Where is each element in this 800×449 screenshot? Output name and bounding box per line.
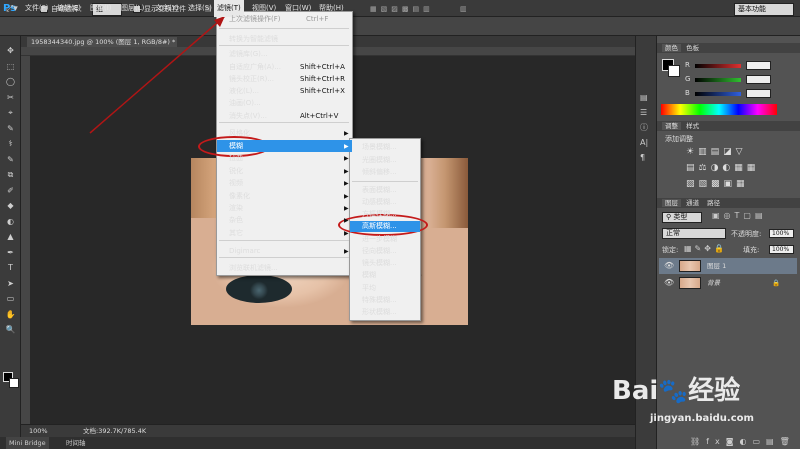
filter-menu-item-6[interactable]: 油画(O)... [229, 98, 261, 109]
tool-icon-18[interactable]: 🔍 [4, 324, 17, 335]
menu-4[interactable]: 文字(Y) [152, 0, 182, 17]
tool-icon-16[interactable]: ▭ [4, 293, 17, 304]
submenu-arrow-icon: ▶ [344, 248, 349, 255]
submenu-arrow-icon: ▶ [344, 230, 349, 237]
tool-icon-15[interactable]: ➤ [4, 278, 17, 289]
filter-menu-item-5[interactable]: 液化(L)... [229, 86, 259, 97]
filter-menu-shortcut-7: Alt+Ctrl+V [300, 112, 339, 120]
watermark-url: jingyan.baidu.com [650, 413, 754, 424]
menu-separator [219, 257, 349, 258]
filter-menu-item-4[interactable]: 镜头校正(R)... [229, 74, 274, 85]
tool-icon-12[interactable]: ▲ [4, 231, 17, 242]
menu-2[interactable]: 图像(I) [87, 0, 115, 17]
submenu-arrow-icon: ▶ [344, 155, 349, 162]
submenu-arrow-icon: ▶ [344, 217, 349, 224]
filter-menu-item-3[interactable]: 自适应广角(A)... [229, 62, 281, 73]
menu-3[interactable]: 图层(L) [118, 0, 147, 17]
submenu-arrow-icon: ▶ [344, 193, 349, 200]
filter-menu-item-2[interactable]: 滤镜库(G)... [229, 49, 268, 60]
filter-menu-item-11[interactable]: 锐化 [229, 166, 243, 177]
menu-separator [219, 28, 349, 29]
filter-menu-item-13[interactable]: 像素化 [229, 191, 250, 202]
tool-icon-8[interactable]: ⧉ [4, 169, 17, 180]
submenu-arrow-icon: ▶ [344, 130, 349, 137]
menu-separator [219, 45, 349, 46]
watermark-bai: Bai [612, 376, 659, 406]
blur-submenu-item-13[interactable]: 形状模糊... [362, 307, 397, 318]
filter-menu-item-1[interactable]: 转换为智能滤镜 [229, 34, 278, 45]
blur-submenu-item-2[interactable]: 倾斜偏移... [362, 167, 397, 178]
blur-submenu-item-10[interactable]: 模糊 [362, 270, 376, 281]
blur-submenu-item-0[interactable]: 场景模糊... [362, 142, 397, 153]
tool-icon-17[interactable]: ✋ [4, 309, 17, 320]
blur-submenu-item-3[interactable]: 表面模糊... [362, 185, 397, 196]
blur-submenu-item-8[interactable]: 径向模糊... [362, 246, 397, 257]
tool-icon-7[interactable]: ✎ [4, 154, 17, 165]
tool-icon-14[interactable]: T [4, 262, 17, 273]
paw-icon: 🐾 [658, 377, 689, 405]
tool-icon-10[interactable]: ◆ [4, 200, 17, 211]
filter-menu-item-18[interactable]: 浏览联机滤镜... [229, 263, 278, 274]
blur-submenu-item-4[interactable]: 动感模糊... [362, 197, 397, 208]
submenu-arrow-icon: ▶ [344, 205, 349, 212]
blur-submenu-item-11[interactable]: 平均 [362, 283, 376, 294]
menu-separator [219, 122, 349, 123]
menu-0[interactable]: 文件(F) [22, 0, 52, 17]
tool-icon-3[interactable]: ✂ [4, 92, 17, 103]
filter-menu-item-16[interactable]: 其它 [229, 228, 243, 239]
watermark-brand: Bai🐾经验 [612, 370, 740, 407]
blur-submenu-item-6[interactable]: 高斯模糊... [362, 221, 397, 232]
tool-icon-0[interactable]: ✥ [4, 45, 17, 56]
filter-menu-shortcut-0: Ctrl+F [306, 15, 329, 23]
filter-menu-item-8[interactable]: 风格化 [229, 128, 250, 139]
filter-menu-item-12[interactable]: 视频 [229, 178, 243, 189]
tool-icon-9[interactable]: ✐ [4, 185, 17, 196]
tool-icon-6[interactable]: ⚕ [4, 138, 17, 149]
blur-submenu-item-7[interactable]: 进一步模糊 [362, 234, 397, 245]
tool-icon-11[interactable]: ◐ [4, 216, 17, 227]
blur-submenu-item-1[interactable]: 光圈模糊... [362, 155, 397, 166]
tool-icon-13[interactable]: ✒ [4, 247, 17, 258]
annotation-arrow [89, 15, 226, 134]
tool-icon-5[interactable]: ✎ [4, 123, 17, 134]
filter-menu-item-17[interactable]: Digimarc [229, 246, 260, 257]
filter-menu-shortcut-3: Shift+Ctrl+A [300, 63, 345, 71]
filter-menu-item-7[interactable]: 消失点(V)... [229, 111, 267, 122]
tool-icon-2[interactable]: ◯ [4, 76, 17, 87]
filter-menu-shortcut-5: Shift+Ctrl+X [300, 87, 345, 95]
menu-1[interactable]: 编辑(E) [54, 0, 84, 17]
filter-menu-item-10[interactable]: 扭曲 [229, 153, 243, 164]
menu-separator [219, 240, 349, 241]
filter-menu-item-0[interactable]: 上次滤镜操作(F) [229, 14, 281, 25]
submenu-arrow-icon: ▶ [344, 180, 349, 187]
tool-icon-4[interactable]: ⌖ [4, 107, 17, 118]
filter-menu-item-9[interactable]: 模糊 [229, 141, 243, 152]
submenu-arrow-icon: ▶ [344, 168, 349, 175]
filter-menu-item-14[interactable]: 渲染 [229, 203, 243, 214]
submenu-separator [352, 181, 418, 182]
blur-submenu-item-9[interactable]: 镜头模糊... [362, 258, 397, 269]
submenu-arrow-icon: ▶ [344, 143, 349, 150]
filter-menu-item-15[interactable]: 杂色 [229, 215, 243, 226]
menu-5[interactable]: 选择(S) [185, 0, 215, 17]
blur-submenu-item-5[interactable]: 方框模糊... [362, 209, 397, 220]
blur-submenu-item-12[interactable]: 特殊模糊... [362, 295, 397, 306]
tool-icon-1[interactable]: ⬚ [4, 61, 17, 72]
watermark-jingyan: 经验 [688, 376, 741, 406]
filter-menu-shortcut-4: Shift+Ctrl+R [300, 75, 345, 83]
annotation-arrowhead [214, 16, 225, 27]
